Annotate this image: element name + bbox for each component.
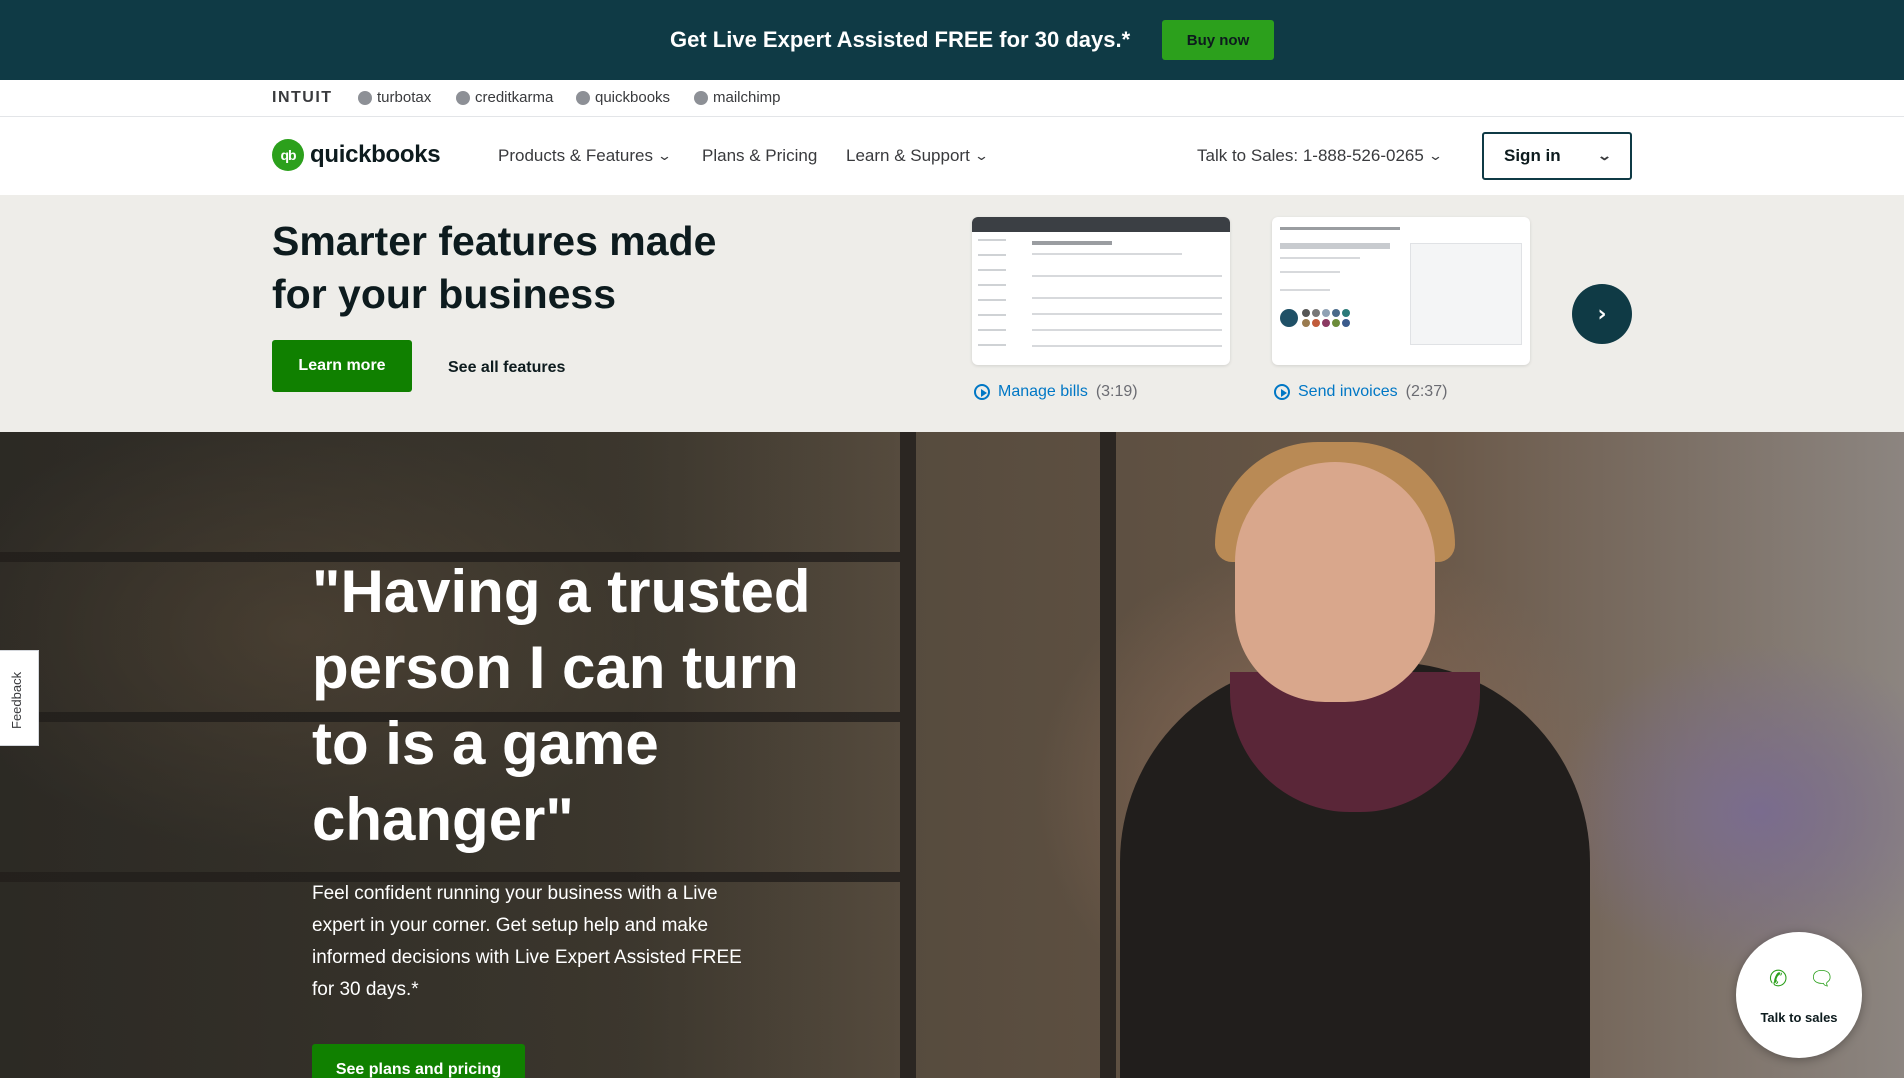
creditkarma-label: creditkarma	[475, 89, 554, 106]
nav-plans-pricing[interactable]: Plans & Pricing	[702, 146, 817, 166]
phone-icon[interactable]: ✆	[1769, 966, 1787, 992]
turbotax-icon	[358, 90, 372, 105]
mailchimp-label: mailchimp	[713, 89, 781, 106]
turbotax-link[interactable]: turbotax	[358, 89, 431, 106]
hero-body-text: Feel confident running your business wit…	[312, 883, 742, 1000]
feedback-label: Feedback	[9, 671, 24, 729]
buy-now-button[interactable]: Buy now	[1162, 20, 1274, 60]
turbotax-label: turbotax	[377, 89, 432, 106]
play-icon	[1274, 384, 1290, 400]
mailchimp-icon	[694, 90, 708, 105]
logo-text: quickbooks	[310, 141, 441, 168]
quickbooks-label: quickbooks	[595, 89, 671, 106]
send-invoices-duration: (2:37)	[1405, 383, 1448, 400]
thumbnail-header	[972, 217, 1230, 232]
creditkarma-icon	[456, 90, 470, 105]
creditkarma-link[interactable]: creditkarma	[456, 89, 553, 106]
mailchimp-link[interactable]: mailchimp	[694, 89, 781, 106]
promo-text: Get Live Expert Assisted FREE for 30 day…	[670, 27, 1131, 52]
talk-to-sales-dropdown[interactable]: Talk to Sales: 1-888-526-0265 ⌄	[1197, 146, 1443, 166]
quickbooks-logo-icon: qb	[272, 139, 304, 171]
chevron-down-icon: ⌄	[1596, 148, 1613, 163]
nav-plans-pricing-label: Plans & Pricing	[702, 146, 818, 165]
main-nav: qb quickbooks Products & Features ⌄ Plan…	[0, 117, 1904, 195]
chevron-down-icon: ⌄	[1427, 148, 1443, 163]
nav-learn-support[interactable]: Learn & Support ⌄	[846, 146, 989, 166]
see-all-features-link[interactable]: See all features	[448, 359, 565, 377]
manage-bills-duration: (3:19)	[1095, 383, 1138, 400]
send-invoices-video-link[interactable]: Send invoices (2:37)	[1274, 383, 1447, 401]
hero-quote: "Having a trusted person I can turn to i…	[312, 558, 811, 853]
sign-in-button[interactable]: Sign in ⌄	[1482, 132, 1632, 180]
manage-bills-video-thumbnail[interactable]	[972, 217, 1230, 365]
quickbooks-icon	[576, 90, 590, 105]
feedback-tab[interactable]: Feedback	[0, 650, 39, 746]
sign-in-label: Sign in	[1504, 146, 1561, 165]
features-section: Smarter features made for your business …	[0, 195, 1904, 432]
talk-to-sales-label: Talk to sales	[1760, 1010, 1838, 1025]
play-icon	[974, 384, 990, 400]
send-invoices-video-thumbnail[interactable]	[1272, 217, 1530, 365]
chevron-down-icon: ⌄	[656, 148, 673, 163]
intuit-label: INTUIT	[272, 89, 333, 106]
features-title: Smarter features made for your business	[272, 218, 717, 317]
nav-products-features-label: Products & Features	[498, 146, 653, 165]
promo-banner: Get Live Expert Assisted FREE for 30 day…	[0, 0, 1904, 80]
chat-icon[interactable]: 🗨	[1809, 966, 1834, 991]
see-plans-pricing-button[interactable]: See plans and pricing	[312, 1044, 525, 1078]
nav-learn-support-label: Learn & Support	[846, 146, 970, 165]
carousel-next-button[interactable]: ›	[1572, 284, 1632, 344]
chevron-down-icon: ⌄	[973, 148, 989, 163]
thumbnail-sidebar	[978, 239, 1020, 359]
manage-bills-label: Manage bills	[998, 383, 1088, 400]
quickbooks-logo[interactable]: qb quickbooks	[272, 139, 441, 171]
chevron-right-icon: ›	[1597, 301, 1607, 327]
send-invoices-label: Send invoices	[1298, 383, 1398, 400]
intuit-link[interactable]: INTUIT	[272, 89, 333, 107]
quickbooks-brand-link[interactable]: quickbooks	[576, 89, 670, 106]
hero-section: "Having a trusted person I can turn to i…	[0, 432, 1904, 1078]
intuit-brand-strip: INTUIT turbotax creditkarma quickbooks m…	[0, 80, 1904, 117]
manage-bills-video-link[interactable]: Manage bills (3:19)	[974, 383, 1138, 401]
talk-to-sales-widget[interactable]: ✆ 🗨 Talk to sales	[1736, 932, 1862, 1058]
learn-more-button[interactable]: Learn more	[272, 340, 412, 392]
nav-products-features[interactable]: Products & Features ⌄	[498, 146, 673, 166]
talk-to-sales-label: Talk to Sales: 1-888-526-0265	[1197, 146, 1424, 165]
